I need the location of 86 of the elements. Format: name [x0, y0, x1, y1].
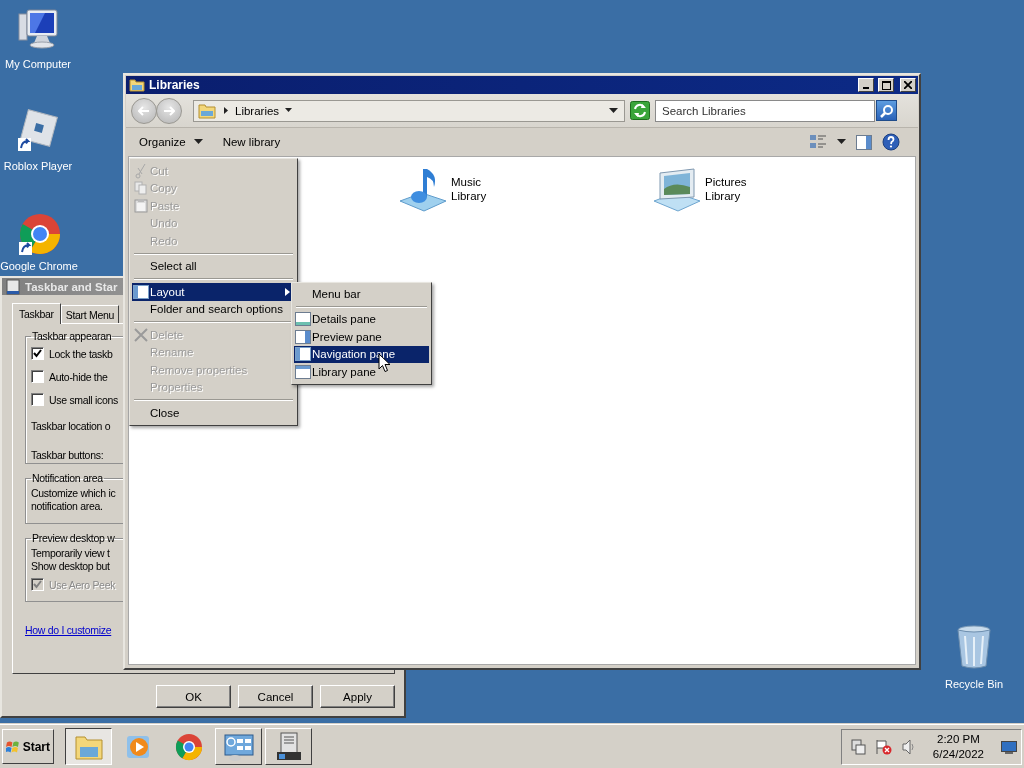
- windows-logo-icon: [6, 739, 21, 754]
- maximize-button[interactable]: [878, 78, 894, 92]
- refresh-icon[interactable]: [630, 101, 650, 120]
- back-button[interactable]: [131, 97, 157, 124]
- show-desktop-icon[interactable]: [1001, 739, 1017, 754]
- menu-item[interactable]: Close: [132, 404, 295, 422]
- breadcrumb[interactable]: Libraries: [235, 104, 280, 117]
- description-text: Customize which ic: [31, 487, 116, 500]
- library-folder-icon: [129, 78, 145, 92]
- checkbox[interactable]: [31, 370, 44, 383]
- menu-item[interactable]: Details pane: [294, 310, 429, 328]
- clipboard-icon: [134, 198, 148, 214]
- help-icon[interactable]: [882, 133, 900, 151]
- checkbox-label[interactable]: Lock the taskb: [49, 347, 113, 360]
- desktop-icon-label[interactable]: Roblox Player: [3, 160, 73, 172]
- library-label[interactable]: Music Library: [451, 175, 499, 203]
- close-icon: [904, 81, 912, 89]
- dialog-title: Taskbar and Star: [25, 280, 118, 293]
- address-bar[interactable]: Libraries: [193, 99, 625, 122]
- layout-icon: [133, 284, 149, 299]
- dialog-button[interactable]: Cancel: [238, 685, 313, 708]
- roblox-shortcut-icon[interactable]: [15, 108, 61, 154]
- toolbar-button[interactable]: Organize: [136, 134, 206, 150]
- help-link[interactable]: How do I customize: [25, 624, 112, 636]
- picture-frame-icon[interactable]: [652, 165, 702, 213]
- checkbox-label[interactable]: Use small icons: [49, 393, 119, 406]
- preview-pane-icon: [295, 329, 311, 344]
- description-text: notification area.: [31, 500, 103, 513]
- description-text: Show desktop but: [31, 560, 110, 573]
- menu-item[interactable]: Preview pane: [294, 328, 429, 346]
- library-folder-icon: [198, 102, 216, 119]
- setting-label: Taskbar location o: [31, 419, 111, 432]
- navigation-pane-icon: [295, 347, 311, 362]
- dropdown-caret-icon[interactable]: [609, 107, 618, 114]
- setting-label: Taskbar buttons:: [31, 448, 104, 461]
- dialog-button[interactable]: Apply: [320, 685, 395, 708]
- menu-item[interactable]: Menu bar: [294, 285, 429, 303]
- menu-item[interactable]: Select all: [132, 257, 295, 275]
- window-title: Libraries: [149, 78, 200, 92]
- chrome-icon: [173, 731, 204, 762]
- network-icon[interactable]: [849, 738, 866, 755]
- chrome-shortcut-icon[interactable]: [16, 212, 62, 258]
- clock-time[interactable]: 2:20 PM: [937, 731, 980, 747]
- checkbox[interactable]: [31, 347, 44, 360]
- desktop-icon-label[interactable]: Google Chrome: [0, 260, 78, 272]
- tab[interactable]: Taskbar: [12, 303, 61, 324]
- description-text: Temporarily view t: [31, 547, 110, 560]
- dropdown-caret-icon[interactable]: [837, 139, 846, 145]
- minimize-button[interactable]: [858, 78, 874, 92]
- taskbar-app-button[interactable]: [65, 728, 112, 765]
- library-label[interactable]: Pictures Library: [705, 175, 753, 203]
- back-arrow-icon: [138, 105, 150, 116]
- forward-button[interactable]: [156, 97, 182, 124]
- forward-arrow-icon: [163, 105, 175, 116]
- dialog-button[interactable]: OK: [156, 685, 231, 708]
- clock-date[interactable]: 6/24/2022: [932, 746, 984, 762]
- tab[interactable]: Start Menu: [60, 305, 120, 323]
- checkbox[interactable]: [31, 393, 44, 406]
- flag-alert-icon[interactable]: [874, 738, 893, 755]
- search-field[interactable]: Search Libraries: [655, 99, 875, 122]
- preview-pane-icon[interactable]: [856, 134, 872, 150]
- caret-icon: [193, 139, 203, 145]
- group-title: Taskbar appearan: [31, 330, 113, 342]
- chevron-icon: [222, 107, 229, 114]
- close-button[interactable]: [900, 78, 916, 92]
- desktop-icon-label[interactable]: Recycle Bin: [944, 678, 1004, 690]
- search-button[interactable]: [876, 100, 897, 121]
- group-title: Preview desktop w: [31, 532, 116, 544]
- library-pane-icon: [295, 364, 311, 379]
- search-icon: [879, 103, 894, 118]
- desktop-icon-label[interactable]: My Computer: [5, 58, 71, 70]
- control-panel-icon: [222, 731, 255, 762]
- start-button[interactable]: Start: [2, 729, 54, 764]
- menu-item[interactable]: Folder and search options: [132, 300, 295, 318]
- menu-item[interactable]: Library pane: [294, 363, 429, 381]
- group-title: Notification area: [31, 472, 104, 484]
- delete-x-icon: [134, 327, 148, 342]
- maximize-icon: [881, 80, 891, 90]
- copy-icon: [134, 181, 148, 196]
- checkbox-label[interactable]: Auto-hide the: [49, 370, 108, 383]
- scissors-icon: [135, 162, 147, 179]
- caret-icon: [285, 108, 293, 113]
- volume-icon[interactable]: [901, 738, 916, 755]
- computer-icon[interactable]: [15, 6, 61, 52]
- toolbar-button[interactable]: New library: [219, 134, 284, 150]
- details-pane-icon: [295, 312, 311, 327]
